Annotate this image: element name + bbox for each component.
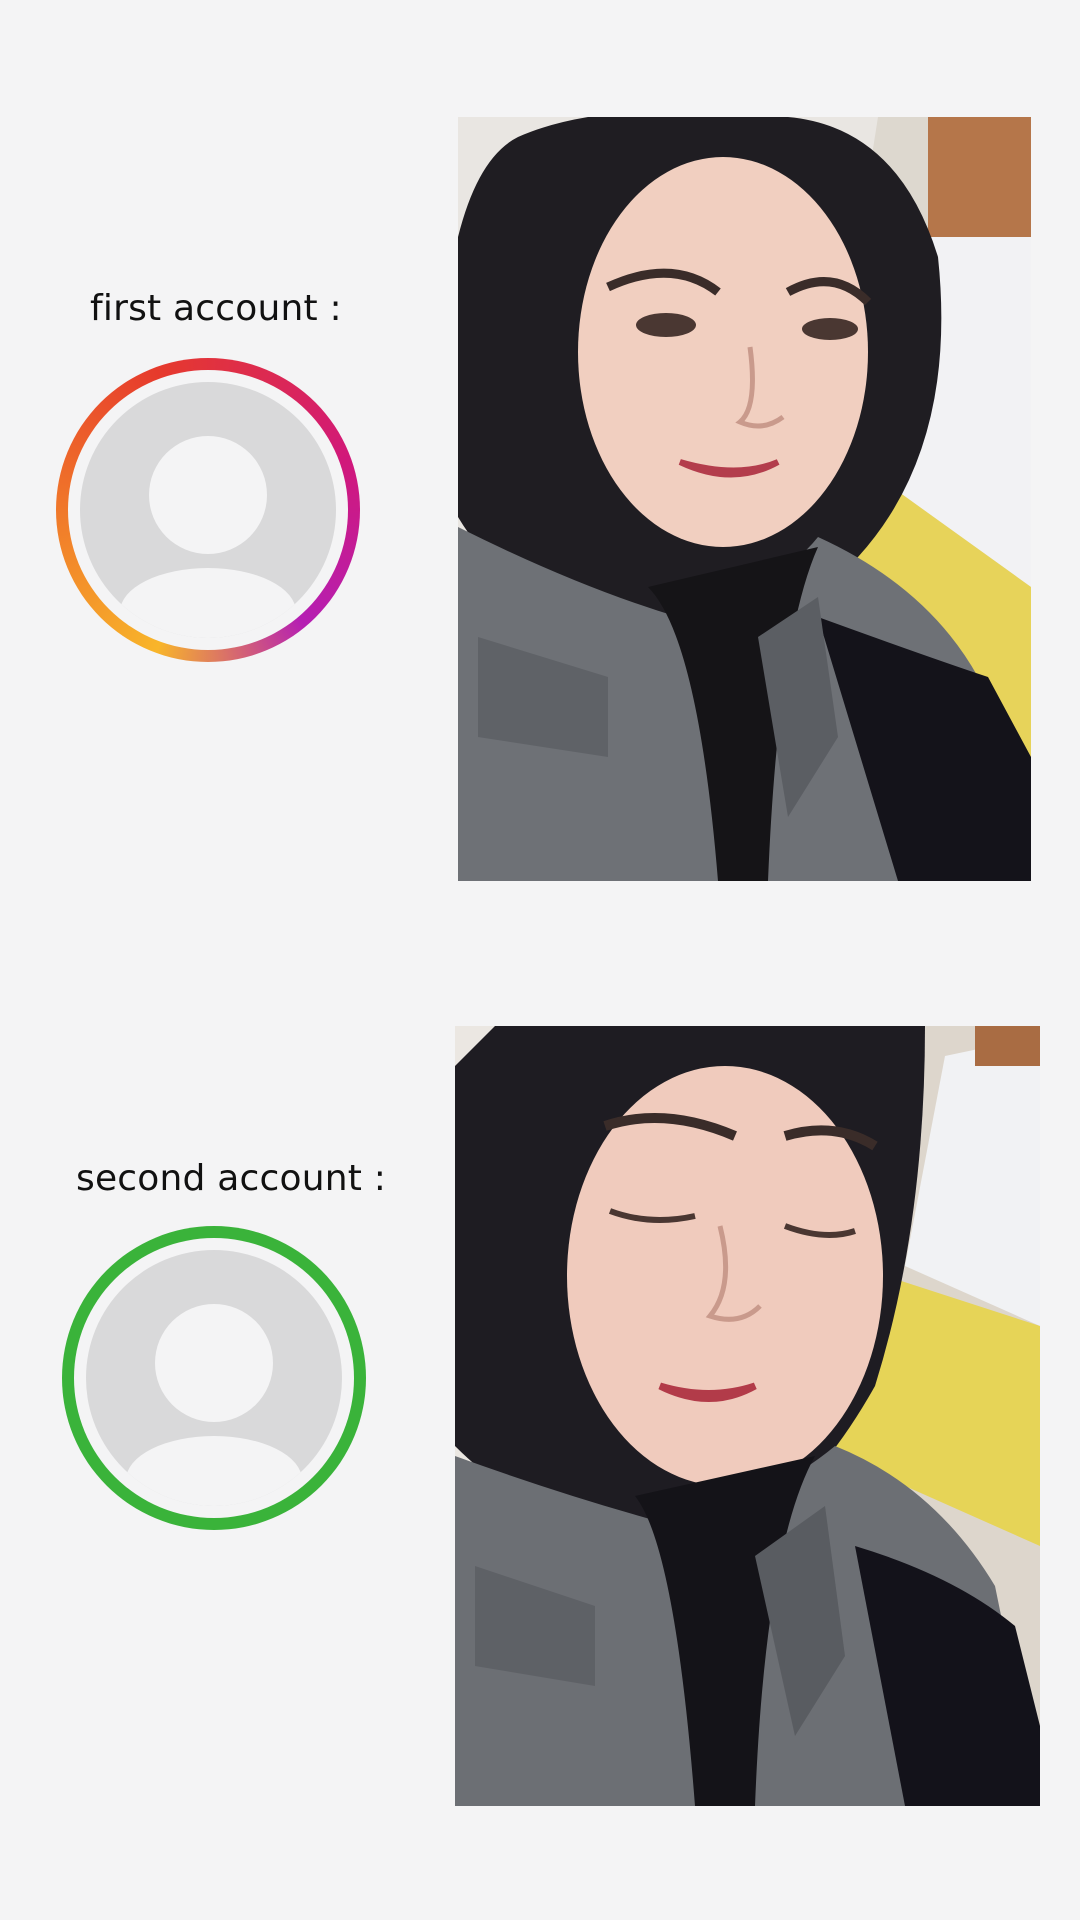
avatar-body-icon	[126, 1436, 302, 1506]
second-avatar-placeholder	[86, 1250, 342, 1506]
second-photo-illustration	[455, 1026, 1040, 1806]
second-avatar-ring[interactable]	[62, 1226, 366, 1530]
second-avatar-gap	[74, 1238, 354, 1518]
avatar-head-icon	[155, 1304, 273, 1422]
second-account-photo	[455, 1026, 1040, 1806]
second-account-label: second account :	[76, 1158, 387, 1199]
second-account-section: second account :	[0, 0, 1080, 1920]
